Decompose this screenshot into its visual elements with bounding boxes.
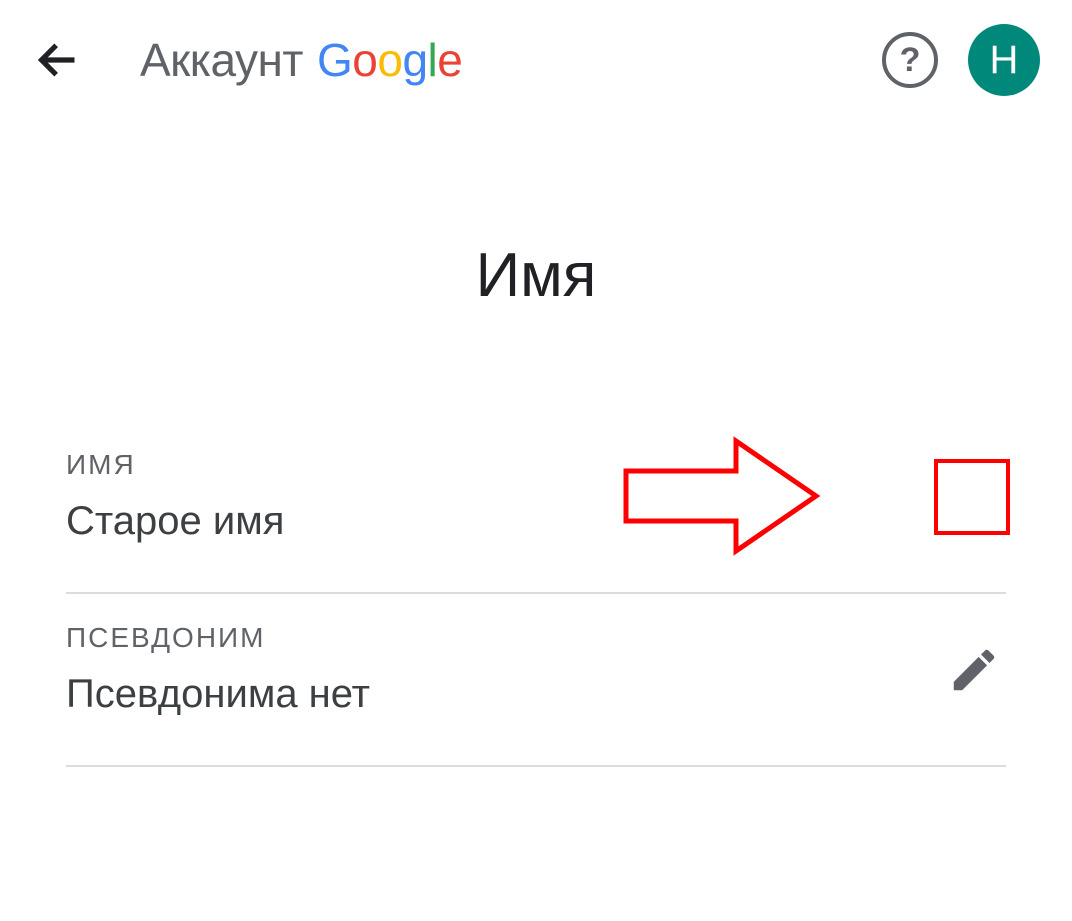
- content-area: ИМЯ Старое имя ПСЕВДОНИМ Псевдонима нет: [0, 421, 1072, 767]
- edit-nickname-button[interactable]: [942, 638, 1006, 702]
- name-row: ИМЯ Старое имя: [66, 421, 1006, 594]
- annotation-arrow-icon: [616, 431, 826, 561]
- help-button[interactable]: ?: [882, 32, 938, 88]
- app-header: Аккаунт Google ? Н: [0, 0, 1072, 120]
- header-actions: ? Н: [882, 24, 1040, 96]
- google-logo: Google: [317, 33, 462, 87]
- page-title: Имя: [0, 240, 1072, 311]
- brand-title: Аккаунт Google: [140, 33, 462, 87]
- nickname-row-text: ПСЕВДОНИМ Псевдонима нет: [66, 622, 942, 717]
- question-mark-icon: ?: [900, 41, 921, 80]
- nickname-label: ПСЕВДОНИМ: [66, 622, 942, 654]
- avatar-initial: Н: [990, 38, 1019, 83]
- account-avatar[interactable]: Н: [968, 24, 1040, 96]
- edit-name-button[interactable]: [934, 459, 1010, 535]
- arrow-left-icon: [36, 38, 80, 82]
- pencil-icon: [947, 643, 1001, 697]
- brand-prefix: Аккаунт: [140, 33, 303, 87]
- back-button[interactable]: [32, 34, 84, 86]
- nickname-row: ПСЕВДОНИМ Псевдонима нет: [66, 594, 1006, 767]
- nickname-value: Псевдонима нет: [66, 672, 942, 717]
